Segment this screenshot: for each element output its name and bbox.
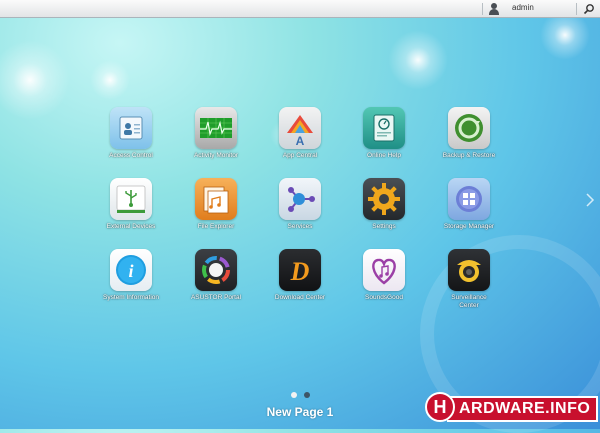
soundsgood-icon <box>363 249 405 291</box>
username-label[interactable]: admin <box>512 3 534 12</box>
chevron-right-icon[interactable] <box>585 192 595 208</box>
watermark-text: ARDWARE.INFO <box>447 396 599 422</box>
app-label: Services <box>287 223 313 230</box>
app-label: Settings <box>372 223 396 230</box>
app-services[interactable]: Services <box>252 178 348 231</box>
page-dot-1[interactable] <box>291 392 297 398</box>
svg-text:A: A <box>296 134 305 148</box>
svg-text:D: D <box>290 257 310 286</box>
online-help-icon <box>363 107 405 149</box>
app-label: Access Control <box>109 152 153 159</box>
app-access-control[interactable]: Access Control <box>83 107 179 160</box>
activity-monitor-icon <box>195 107 237 149</box>
app-settings[interactable]: Settings <box>336 178 432 231</box>
search-icon[interactable] <box>583 3 595 15</box>
app-label: App Central <box>282 152 318 159</box>
app-backup-restore[interactable]: Backup & Restore <box>421 107 517 160</box>
app-asustor-portal[interactable]: ASUSTOR Portal <box>168 249 264 302</box>
services-icon <box>279 178 321 220</box>
app-label: Activity Monitor <box>193 152 239 159</box>
app-label: Surveillance Center <box>451 294 487 309</box>
app-app-central[interactable]: A App Central <box>252 107 348 160</box>
page-dot-2[interactable] <box>304 392 310 398</box>
surveillance-center-icon <box>448 249 490 291</box>
svg-text:i: i <box>128 261 133 281</box>
app-label: Storage Manager <box>443 223 495 230</box>
top-bar: admin <box>0 0 600 18</box>
app-label: Download Center <box>274 294 326 301</box>
download-center-icon: D <box>279 249 321 291</box>
app-label: SoundsGood <box>365 294 403 301</box>
page-title: New Page 1 <box>266 405 334 419</box>
app-label: Backup & Restore <box>442 152 496 159</box>
page-indicator <box>291 392 321 400</box>
watermark-logo: H <box>425 392 455 422</box>
app-activity-monitor[interactable]: Activity Monitor <box>168 107 264 160</box>
storage-manager-icon <box>448 178 490 220</box>
app-central-icon: A <box>279 107 321 149</box>
background-glow <box>388 30 448 90</box>
app-label: File Explorer <box>197 223 235 230</box>
background-glow <box>0 40 70 120</box>
settings-icon <box>363 178 405 220</box>
app-online-help[interactable]: Online Help <box>336 107 432 160</box>
user-icon[interactable] <box>488 3 500 15</box>
app-label: External Devices <box>106 223 156 230</box>
backup-restore-icon <box>448 107 490 149</box>
app-storage-manager[interactable]: Storage Manager <box>421 178 517 231</box>
app-label: System Information <box>103 294 159 301</box>
app-system-information[interactable]: i System Information <box>83 249 179 302</box>
file-explorer-icon <box>195 178 237 220</box>
system-information-icon: i <box>110 249 152 291</box>
app-external-devices[interactable]: External Devices <box>83 178 179 231</box>
app-download-center[interactable]: D Download Center <box>252 249 348 302</box>
app-label: ASUSTOR Portal <box>190 294 242 301</box>
access-control-icon <box>110 107 152 149</box>
top-bar-divider <box>482 3 483 15</box>
top-bar-divider <box>576 3 577 15</box>
hardware-info-watermark: ARDWARE.INFO H <box>425 392 599 424</box>
asustor-portal-icon <box>195 249 237 291</box>
app-label: Online Help <box>367 152 401 159</box>
app-file-explorer[interactable]: File Explorer <box>168 178 264 231</box>
app-surveillance-center[interactable]: Surveillance Center <box>421 249 517 310</box>
external-devices-icon <box>110 178 152 220</box>
background-glow <box>90 60 130 100</box>
app-soundsgood[interactable]: SoundsGood <box>336 249 432 302</box>
